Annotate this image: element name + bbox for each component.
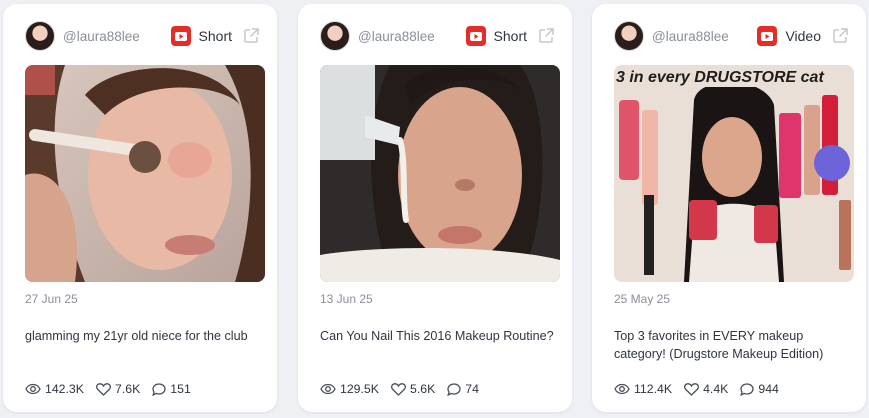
likes-stat: 5.6K [391,382,435,396]
avatar[interactable] [25,21,55,51]
video-title[interactable]: Can You Nail This 2016 Makeup Routine? [320,327,556,345]
eye-icon [320,383,336,395]
heart-icon [391,382,406,396]
views-stat: 112.4K [614,382,672,396]
creator-handle[interactable]: @laura88lee [652,29,757,44]
comment-icon [740,382,755,396]
comments-stat: 74 [447,382,479,396]
card-header: @laura88lee Short [25,21,260,51]
card-header: @laura88lee Short [320,21,555,51]
video-thumbnail[interactable] [320,65,560,282]
views-count: 142.3K [45,382,84,396]
views-stat: 129.5K [320,382,379,396]
likes-count: 7.6K [114,382,141,396]
stats-row: 129.5K 5.6K 74 [320,380,491,398]
views-count: 112.4K [634,382,673,396]
youtube-icon [170,26,191,46]
eye-icon [614,383,630,395]
post-card[interactable]: @laura88lee Short 13 Jun 25 Can You Nail… [298,4,572,412]
comment-icon [447,382,461,396]
likes-stat: 4.4K [684,382,728,396]
external-link-icon[interactable] [831,27,849,45]
likes-stat: 7.6K [96,382,140,396]
creator-handle[interactable]: @laura88lee [358,29,466,44]
publish-date: 25 May 25 [614,292,671,306]
card-header: @laura88lee Video [614,21,849,51]
youtube-icon [465,26,486,46]
avatar[interactable] [614,21,644,51]
heart-icon [96,382,111,396]
views-stat: 142.3K [25,382,84,396]
comments-stat: 151 [152,382,191,396]
stats-row: 142.3K 7.6K 151 [25,380,203,398]
post-card[interactable]: @laura88lee Video 3 in every DRUGSTORE c… [592,4,866,412]
comments-stat: 944 [740,382,779,396]
creator-handle[interactable]: @laura88lee [63,29,171,44]
comments-count: 74 [465,382,479,396]
stats-row: 112.4K 4.4K 944 [614,380,791,398]
likes-count: 4.4K [703,382,729,396]
comment-icon [152,382,166,396]
publish-date: 27 Jun 25 [25,292,78,306]
external-link-icon[interactable] [242,27,260,45]
eye-icon [25,383,41,395]
post-card[interactable]: @laura88lee Short 27 Jun 25 glamming my … [3,4,277,412]
content-type-label: Video [785,28,821,44]
content-type-label: Short [493,28,527,44]
content-type-label: Short [198,28,232,44]
likes-count: 5.6K [409,382,436,396]
avatar[interactable] [320,21,350,51]
video-thumbnail[interactable]: 3 in every DRUGSTORE cat [614,65,854,282]
heart-icon [684,382,700,396]
external-link-icon[interactable] [537,27,555,45]
video-title[interactable]: Top 3 favorites in EVERY makeup category… [614,327,850,363]
thumbnail-caption: 3 in every DRUGSTORE cat [616,69,824,86]
youtube-icon [757,26,778,46]
publish-date: 13 Jun 25 [320,292,373,306]
comments-count: 151 [170,382,191,396]
views-count: 129.5K [340,382,379,396]
video-title[interactable]: glamming my 21yr old niece for the club [25,327,261,345]
video-thumbnail[interactable] [25,65,265,282]
comments-count: 944 [758,382,779,396]
